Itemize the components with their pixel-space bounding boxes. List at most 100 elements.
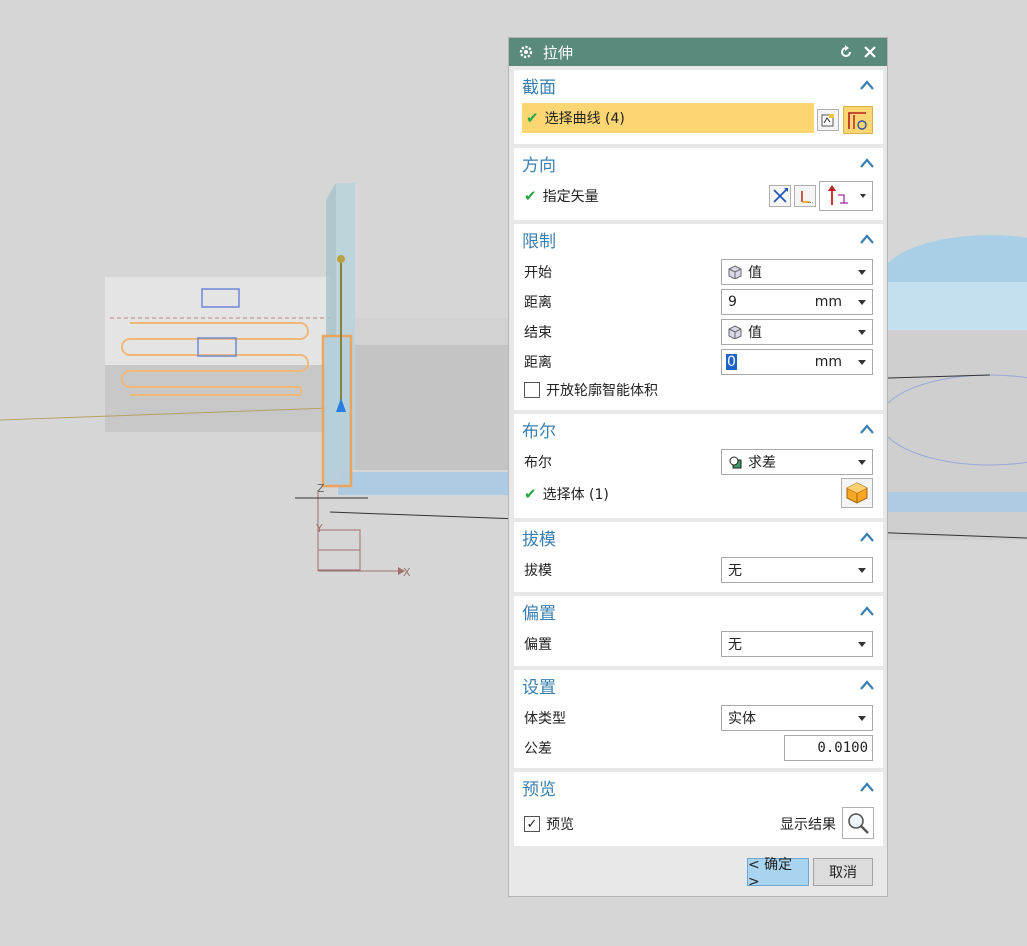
gear-icon[interactable] xyxy=(517,43,535,61)
preview-checkbox-group[interactable]: ✓ 预览 xyxy=(524,814,574,834)
chevron-down-icon xyxy=(858,460,866,465)
end-value: 值 xyxy=(748,325,762,341)
dialog-titlebar[interactable]: 拉伸 xyxy=(509,38,887,66)
boolean-panel: 布尔 布尔 求差 ✔ 选择体 (1) xyxy=(514,414,883,518)
open-profile-row[interactable]: 开放轮廓智能体积 xyxy=(514,376,883,404)
collapse-caret-icon[interactable] xyxy=(859,423,875,435)
preview-row: ✓ 预览 显示结果 xyxy=(514,807,883,839)
distance1-input[interactable]: 9 mm xyxy=(721,289,873,315)
distance2-value: 0 xyxy=(726,354,737,370)
distance1-unit: mm xyxy=(814,294,842,310)
vector-handle[interactable] xyxy=(337,255,345,263)
open-profile-label: 开放轮廓智能体积 xyxy=(546,383,658,399)
collapse-caret-icon[interactable] xyxy=(859,157,875,169)
settings-header-label: 设置 xyxy=(522,677,556,698)
specify-vector-row[interactable]: ✔ 指定矢量 … xyxy=(514,181,883,211)
magnifier-icon[interactable] xyxy=(842,807,874,839)
check-icon: ✔ xyxy=(524,187,537,205)
direction-header-label: 方向 xyxy=(522,155,556,176)
tolerance-value: 0.0100 xyxy=(817,740,868,756)
distance2-unit: mm xyxy=(814,354,842,370)
select-body-row[interactable]: ✔ 选择体 (1) xyxy=(514,478,883,508)
open-profile-group[interactable]: 开放轮廓智能体积 xyxy=(524,380,658,400)
vector-dialog-icon[interactable]: … xyxy=(794,185,816,207)
part-slab-right xyxy=(345,318,508,345)
collapse-caret-icon[interactable] xyxy=(859,679,875,691)
offset-label: 偏置 xyxy=(524,637,552,653)
limits-header[interactable]: 限制 xyxy=(514,224,883,254)
body-type-label: 体类型 xyxy=(524,711,566,727)
ok-button[interactable]: < 确定 > xyxy=(747,857,809,890)
chevron-down-icon xyxy=(858,330,866,335)
boolean-row: 布尔 求差 xyxy=(514,448,883,476)
check-icon: ✔ xyxy=(524,485,537,503)
section-header[interactable]: 截面 xyxy=(514,70,883,100)
boolean-value: 求差 xyxy=(748,455,776,471)
reverse-direction-icon[interactable] xyxy=(769,185,791,207)
tolerance-row: 公差 0.0100 xyxy=(514,734,883,762)
check-icon: ✔ xyxy=(526,109,539,127)
cancel-button[interactable]: 取消 xyxy=(813,858,873,886)
sketch-section-icon[interactable] xyxy=(817,109,839,131)
tolerance-label: 公差 xyxy=(524,741,552,757)
draft-select[interactable]: 无 xyxy=(721,557,873,583)
offset-select[interactable]: 无 xyxy=(721,631,873,657)
close-icon[interactable] xyxy=(861,43,879,61)
collapse-caret-icon[interactable] xyxy=(859,781,875,793)
tolerance-input[interactable]: 0.0100 xyxy=(784,735,873,761)
preview-header[interactable]: 预览 xyxy=(514,772,883,802)
start-label: 开始 xyxy=(524,265,552,281)
triad-box-2 xyxy=(317,549,361,571)
body-type-row: 体类型 实体 xyxy=(514,704,883,732)
settings-header[interactable]: 设置 xyxy=(514,670,883,700)
distance1-row: 距离 9 mm xyxy=(514,288,883,316)
draft-label: 拔模 xyxy=(524,563,552,579)
distance2-input[interactable]: 0 mm xyxy=(721,349,873,375)
chevron-down-icon xyxy=(860,194,866,198)
settings-panel: 设置 体类型 实体 公差 0.0100 xyxy=(514,670,883,768)
end-select[interactable]: 值 xyxy=(721,319,873,345)
chevron-down-icon xyxy=(858,270,866,275)
offset-header[interactable]: 偏置 xyxy=(514,596,883,626)
chevron-down-icon xyxy=(858,360,866,365)
draft-header[interactable]: 拔模 xyxy=(514,522,883,552)
preview-panel: 预览 ✓ 预览 显示结果 xyxy=(514,772,883,846)
chevron-down-icon xyxy=(858,716,866,721)
limits-panel: 限制 开始 值 距离 9 mm 结束 值 距离 0 mm 开放轮廓智能体积 xyxy=(514,224,883,410)
draft-header-label: 拔模 xyxy=(522,529,556,550)
boolean-label: 布尔 xyxy=(524,455,552,471)
part-blue-edge xyxy=(338,472,508,495)
body-type-select[interactable]: 实体 xyxy=(721,705,873,731)
reset-icon[interactable] xyxy=(837,43,855,61)
boolean-header[interactable]: 布尔 xyxy=(514,414,883,444)
collapse-caret-icon[interactable] xyxy=(859,531,875,543)
direction-header[interactable]: 方向 xyxy=(514,148,883,178)
collapse-caret-icon[interactable] xyxy=(859,79,875,91)
draft-value: 无 xyxy=(728,563,742,579)
collapse-caret-icon[interactable] xyxy=(859,605,875,617)
curve-select-icon[interactable] xyxy=(843,106,873,134)
distance1-label: 距离 xyxy=(524,295,552,311)
start-row: 开始 值 xyxy=(514,258,883,286)
select-body-label: 选择体 (1) xyxy=(542,487,609,503)
open-profile-checkbox[interactable] xyxy=(524,382,540,398)
preview-checkbox[interactable]: ✓ xyxy=(524,816,540,832)
show-result-label: 显示结果 xyxy=(780,817,836,833)
start-select[interactable]: 值 xyxy=(721,259,873,285)
subtract-icon xyxy=(729,456,742,469)
svg-text:…: … xyxy=(807,197,813,204)
chevron-down-icon xyxy=(858,642,866,647)
offset-panel: 偏置 偏置 无 xyxy=(514,596,883,666)
collapse-caret-icon[interactable] xyxy=(859,233,875,245)
vector-type-select[interactable] xyxy=(819,181,873,211)
select-curve-row[interactable]: ✔ 选择曲线 (4) xyxy=(514,103,883,134)
body-type-value: 实体 xyxy=(728,711,756,727)
part-slab-right-face xyxy=(345,345,508,470)
distance2-label: 距离 xyxy=(524,355,552,371)
preview-header-label: 预览 xyxy=(522,779,556,800)
solid-body-icon[interactable] xyxy=(841,478,873,508)
offset-header-label: 偏置 xyxy=(522,603,556,624)
boolean-select[interactable]: 求差 xyxy=(721,449,873,475)
offset-row: 偏置 无 xyxy=(514,630,883,658)
select-curve-highlight[interactable]: ✔ 选择曲线 (4) xyxy=(522,103,814,133)
